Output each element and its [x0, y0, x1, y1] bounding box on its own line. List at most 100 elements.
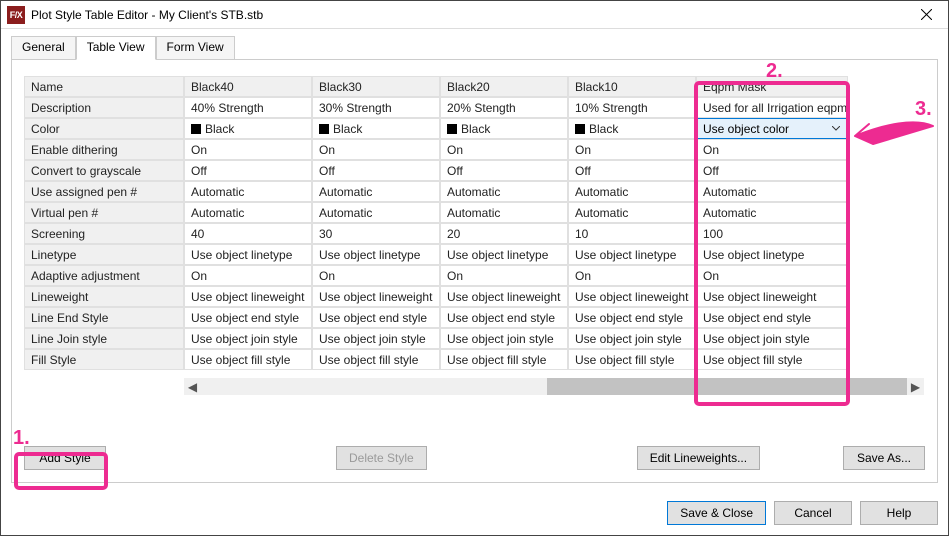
- close-icon: [921, 9, 932, 20]
- cell-color-text: Black: [333, 121, 362, 137]
- color-combobox[interactable]: Use object color: [696, 118, 848, 139]
- row-label-dithering: Enable dithering: [24, 139, 184, 160]
- cell-fill-style[interactable]: Use object fill style: [440, 349, 568, 370]
- window: F/X Plot Style Table Editor - My Client'…: [0, 0, 949, 536]
- cell-grayscale[interactable]: Off: [440, 160, 568, 181]
- edit-lineweights-button[interactable]: Edit Lineweights...: [637, 446, 760, 470]
- cell-line-join[interactable]: Use object join style: [696, 328, 848, 349]
- tab-form-view[interactable]: Form View: [156, 36, 235, 60]
- col-header[interactable]: Eqpm Mask: [696, 76, 848, 97]
- plot-style-grid[interactable]: Name Black40 Black30 Black20 Black10 Eqp…: [24, 76, 925, 370]
- cell-screening[interactable]: 100: [696, 223, 848, 244]
- tab-general[interactable]: General: [11, 36, 76, 60]
- cell-adaptive[interactable]: On: [696, 265, 848, 286]
- cell-description[interactable]: Used for all Irrigation eqpm: [696, 97, 848, 118]
- cell-fill-style[interactable]: Use object fill style: [568, 349, 696, 370]
- col-header[interactable]: Black10: [568, 76, 696, 97]
- cell-virtual-pen[interactable]: Automatic: [568, 202, 696, 223]
- cell-line-end[interactable]: Use object end style: [312, 307, 440, 328]
- cell-lineweight[interactable]: Use object lineweight: [440, 286, 568, 307]
- cell-virtual-pen[interactable]: Automatic: [696, 202, 848, 223]
- cell-assigned-pen[interactable]: Automatic: [696, 181, 848, 202]
- cell-adaptive[interactable]: On: [568, 265, 696, 286]
- cell-line-end[interactable]: Use object end style: [184, 307, 312, 328]
- cell-lineweight[interactable]: Use object lineweight: [312, 286, 440, 307]
- cell-assigned-pen[interactable]: Automatic: [312, 181, 440, 202]
- col-header[interactable]: Black20: [440, 76, 568, 97]
- cell-screening[interactable]: 20: [440, 223, 568, 244]
- cell-screening[interactable]: 10: [568, 223, 696, 244]
- cell-assigned-pen[interactable]: Automatic: [184, 181, 312, 202]
- row-label-linetype: Linetype: [24, 244, 184, 265]
- cell-linetype[interactable]: Use object linetype: [568, 244, 696, 265]
- cell-color-text: Black: [205, 121, 234, 137]
- row-label-adaptive: Adaptive adjustment: [24, 265, 184, 286]
- cell-color[interactable]: Black: [568, 118, 696, 139]
- save-as-button[interactable]: Save As...: [843, 446, 925, 470]
- cell-dithering[interactable]: On: [568, 139, 696, 160]
- delete-style-button[interactable]: Delete Style: [336, 446, 427, 470]
- cell-color[interactable]: Black: [312, 118, 440, 139]
- cell-assigned-pen[interactable]: Automatic: [440, 181, 568, 202]
- cell-screening[interactable]: 30: [312, 223, 440, 244]
- row-label-screening: Screening: [24, 223, 184, 244]
- col-header[interactable]: Black30: [312, 76, 440, 97]
- cell-lineweight[interactable]: Use object lineweight: [184, 286, 312, 307]
- cell-grayscale[interactable]: Off: [312, 160, 440, 181]
- app-icon: F/X: [7, 6, 25, 24]
- cell-fill-style[interactable]: Use object fill style: [184, 349, 312, 370]
- cell-assigned-pen[interactable]: Automatic: [568, 181, 696, 202]
- horizontal-scrollbar[interactable]: ◀ ▶: [184, 378, 924, 395]
- cell-line-end[interactable]: Use object end style: [696, 307, 848, 328]
- cell-line-end[interactable]: Use object end style: [568, 307, 696, 328]
- cell-grayscale[interactable]: Off: [184, 160, 312, 181]
- cell-linetype[interactable]: Use object linetype: [312, 244, 440, 265]
- cell-adaptive[interactable]: On: [440, 265, 568, 286]
- help-button[interactable]: Help: [860, 501, 938, 525]
- cell-color[interactable]: Black: [440, 118, 568, 139]
- title-bar: F/X Plot Style Table Editor - My Client'…: [1, 1, 948, 29]
- cell-dithering[interactable]: On: [184, 139, 312, 160]
- cell-dithering[interactable]: On: [696, 139, 848, 160]
- close-button[interactable]: [904, 1, 948, 29]
- tab-table-view[interactable]: Table View: [76, 36, 156, 60]
- cell-fill-style[interactable]: Use object fill style: [312, 349, 440, 370]
- cell-description[interactable]: 20% Stength: [440, 97, 568, 118]
- cell-linetype[interactable]: Use object linetype: [696, 244, 848, 265]
- cell-description[interactable]: 10% Strength: [568, 97, 696, 118]
- col-header[interactable]: Black40: [184, 76, 312, 97]
- row-label-line-end: Line End Style: [24, 307, 184, 328]
- scrollbar-thumb[interactable]: [547, 378, 907, 395]
- cell-grayscale[interactable]: Off: [696, 160, 848, 181]
- cancel-button[interactable]: Cancel: [774, 501, 852, 525]
- cell-adaptive[interactable]: On: [312, 265, 440, 286]
- scroll-left-icon[interactable]: ◀: [184, 378, 201, 395]
- cell-screening[interactable]: 40: [184, 223, 312, 244]
- cell-color[interactable]: Black: [184, 118, 312, 139]
- cell-grayscale[interactable]: Off: [568, 160, 696, 181]
- cell-line-end[interactable]: Use object end style: [440, 307, 568, 328]
- color-combobox-value: Use object color: [703, 122, 789, 136]
- cell-dithering[interactable]: On: [312, 139, 440, 160]
- cell-line-join[interactable]: Use object join style: [184, 328, 312, 349]
- add-style-button[interactable]: Add Style: [24, 446, 106, 470]
- cell-line-join[interactable]: Use object join style: [312, 328, 440, 349]
- cell-line-join[interactable]: Use object join style: [440, 328, 568, 349]
- cell-linetype[interactable]: Use object linetype: [440, 244, 568, 265]
- cell-lineweight[interactable]: Use object lineweight: [696, 286, 848, 307]
- cell-dithering[interactable]: On: [440, 139, 568, 160]
- cell-description[interactable]: 40% Strength: [184, 97, 312, 118]
- cell-description[interactable]: 30% Strength: [312, 97, 440, 118]
- cell-virtual-pen[interactable]: Automatic: [312, 202, 440, 223]
- cell-adaptive[interactable]: On: [184, 265, 312, 286]
- grid-area: Name Black40 Black30 Black20 Black10 Eqp…: [24, 76, 925, 416]
- cell-line-join[interactable]: Use object join style: [568, 328, 696, 349]
- save-close-button[interactable]: Save & Close: [667, 501, 766, 525]
- cell-linetype[interactable]: Use object linetype: [184, 244, 312, 265]
- scroll-right-icon[interactable]: ▶: [907, 378, 924, 395]
- cell-virtual-pen[interactable]: Automatic: [184, 202, 312, 223]
- cell-virtual-pen[interactable]: Automatic: [440, 202, 568, 223]
- cell-fill-style[interactable]: Use object fill style: [696, 349, 848, 370]
- row-label-name: Name: [24, 76, 184, 97]
- cell-lineweight[interactable]: Use object lineweight: [568, 286, 696, 307]
